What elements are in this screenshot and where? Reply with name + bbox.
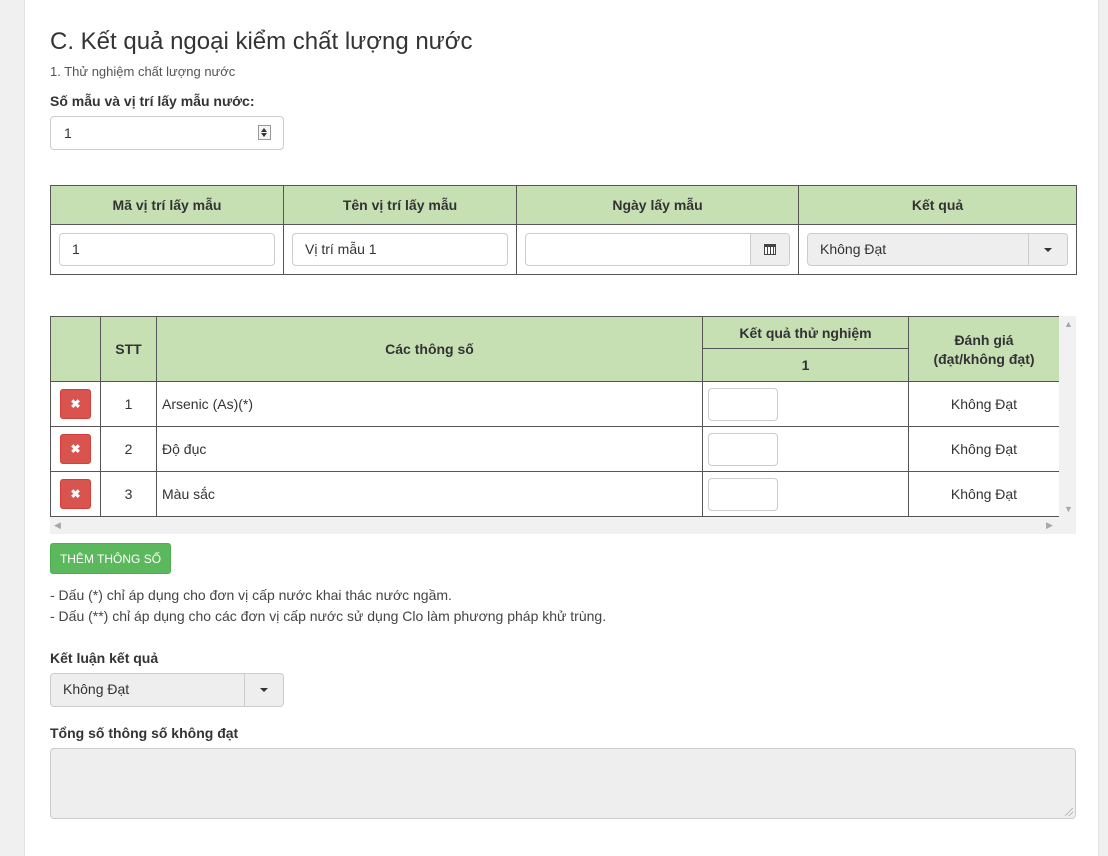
note-line-1: - Dấu (*) chỉ áp dụng cho đơn vị cấp nướ…	[50, 587, 452, 603]
sample-count-input[interactable]: 1	[50, 116, 284, 150]
conclusion-select-value: Không Đạt	[63, 681, 130, 697]
test-result-input[interactable]	[708, 477, 778, 511]
add-parameter-button[interactable]: THÊM THÔNG SỐ	[50, 543, 171, 574]
location-name-input[interactable]: Vị trí mẫu 1	[292, 233, 508, 266]
result-select[interactable]: Không Đạt	[807, 233, 1068, 266]
horizontal-scrollbar[interactable]: ◀ ▶	[50, 517, 1076, 534]
location-code-input[interactable]: 1	[59, 233, 275, 266]
header-location-name: Tên vị trí lấy mẫu	[283, 185, 517, 225]
calendar-icon	[764, 244, 776, 255]
conclusion-select[interactable]: Không Đạt	[50, 673, 284, 707]
scroll-up-icon[interactable]: ▲	[1064, 319, 1073, 329]
header-test-result: Kết quả thử nghiệm	[702, 316, 909, 349]
row-evaluation: Không Đạt	[908, 426, 1060, 472]
close-icon: ✖	[70, 442, 81, 456]
calendar-button[interactable]	[750, 234, 789, 265]
test-result-input[interactable]	[708, 432, 778, 466]
section-subtitle: 1. Thử nghiệm chất lượng nước	[50, 64, 236, 79]
vertical-scrollbar[interactable]: ▲ ▼	[1059, 316, 1076, 517]
parameter-table: STT Các thông số Kết quả thử nghiệm Đánh…	[50, 316, 1060, 517]
table-row: ✖ 2 Độ đục Không Đạt	[50, 426, 1060, 472]
result-dropdown-toggle[interactable]	[1028, 234, 1067, 265]
spinner-arrows-icon[interactable]	[258, 125, 271, 140]
sample-location-table: Mã vị trí lấy mẫu Tên vị trí lấy mẫu Ngà…	[50, 185, 1077, 275]
header-sample-date: Ngày lấy mẫu	[516, 185, 799, 225]
section-title: C. Kết quả ngoại kiểm chất lượng nước	[50, 28, 473, 55]
resize-handle-icon	[1065, 808, 1073, 816]
scroll-down-icon[interactable]: ▼	[1064, 504, 1073, 514]
sample-count-value: 1	[64, 125, 72, 141]
delete-row-button[interactable]: ✖	[60, 479, 91, 509]
test-result-input[interactable]	[708, 387, 778, 421]
result-select-value: Không Đạt	[820, 241, 887, 257]
header-test-result-sample: 1	[702, 348, 909, 382]
failed-total-label: Tổng số thông số không đạt	[50, 725, 239, 741]
header-result: Kết quả	[798, 185, 1077, 225]
row-stt: 3	[100, 471, 157, 517]
header-evaluation-line1: Đánh giá	[954, 331, 1014, 348]
note-line-2: - Dấu (**) chỉ áp dụng cho các đơn vị cấ…	[50, 608, 607, 624]
row-param-name: Độ đục	[156, 426, 703, 472]
sample-date-input[interactable]	[525, 233, 790, 266]
caret-down-icon	[260, 688, 268, 692]
conclusion-label: Kết luận kết quả	[50, 650, 159, 666]
delete-row-button[interactable]: ✖	[60, 389, 91, 419]
caret-down-icon	[1044, 247, 1052, 252]
header-stt: STT	[100, 316, 157, 382]
close-icon: ✖	[70, 487, 81, 501]
row-evaluation: Không Đạt	[908, 471, 1060, 517]
row-stt: 2	[100, 426, 157, 472]
table-row: ✖ 3 Màu sắc Không Đạt	[50, 471, 1060, 517]
header-location-code: Mã vị trí lấy mẫu	[50, 185, 284, 225]
failed-total-textarea	[50, 748, 1076, 819]
header-evaluation-line2: (đạt/không đạt)	[933, 350, 1035, 367]
content-panel: C. Kết quả ngoại kiểm chất lượng nước 1.…	[24, 0, 1099, 856]
row-param-name: Màu sắc	[156, 471, 703, 517]
header-evaluation: Đánh giá (đạt/không đạt)	[908, 316, 1060, 382]
table-row: ✖ 1 Arsenic (As)(*) Không Đạt	[50, 381, 1060, 427]
scroll-right-icon[interactable]: ▶	[1046, 520, 1053, 531]
row-evaluation: Không Đạt	[908, 381, 1060, 427]
sample-table-row: 1 Vị trí mẫu 1 Không Đạt	[50, 224, 1077, 275]
row-stt: 1	[100, 381, 157, 427]
header-action	[50, 316, 101, 382]
sample-count-label: Số mẫu và vị trí lấy mẫu nước:	[50, 93, 255, 109]
header-params: Các thông số	[156, 316, 703, 382]
scroll-left-icon[interactable]: ◀	[54, 520, 61, 531]
close-icon: ✖	[70, 397, 81, 411]
param-header-row: STT Các thông số Kết quả thử nghiệm Đánh…	[50, 316, 1060, 382]
row-param-name: Arsenic (As)(*)	[156, 381, 703, 427]
conclusion-dropdown-toggle[interactable]	[244, 674, 283, 706]
delete-row-button[interactable]: ✖	[60, 434, 91, 464]
sample-table-header: Mã vị trí lấy mẫu Tên vị trí lấy mẫu Ngà…	[50, 185, 1077, 225]
